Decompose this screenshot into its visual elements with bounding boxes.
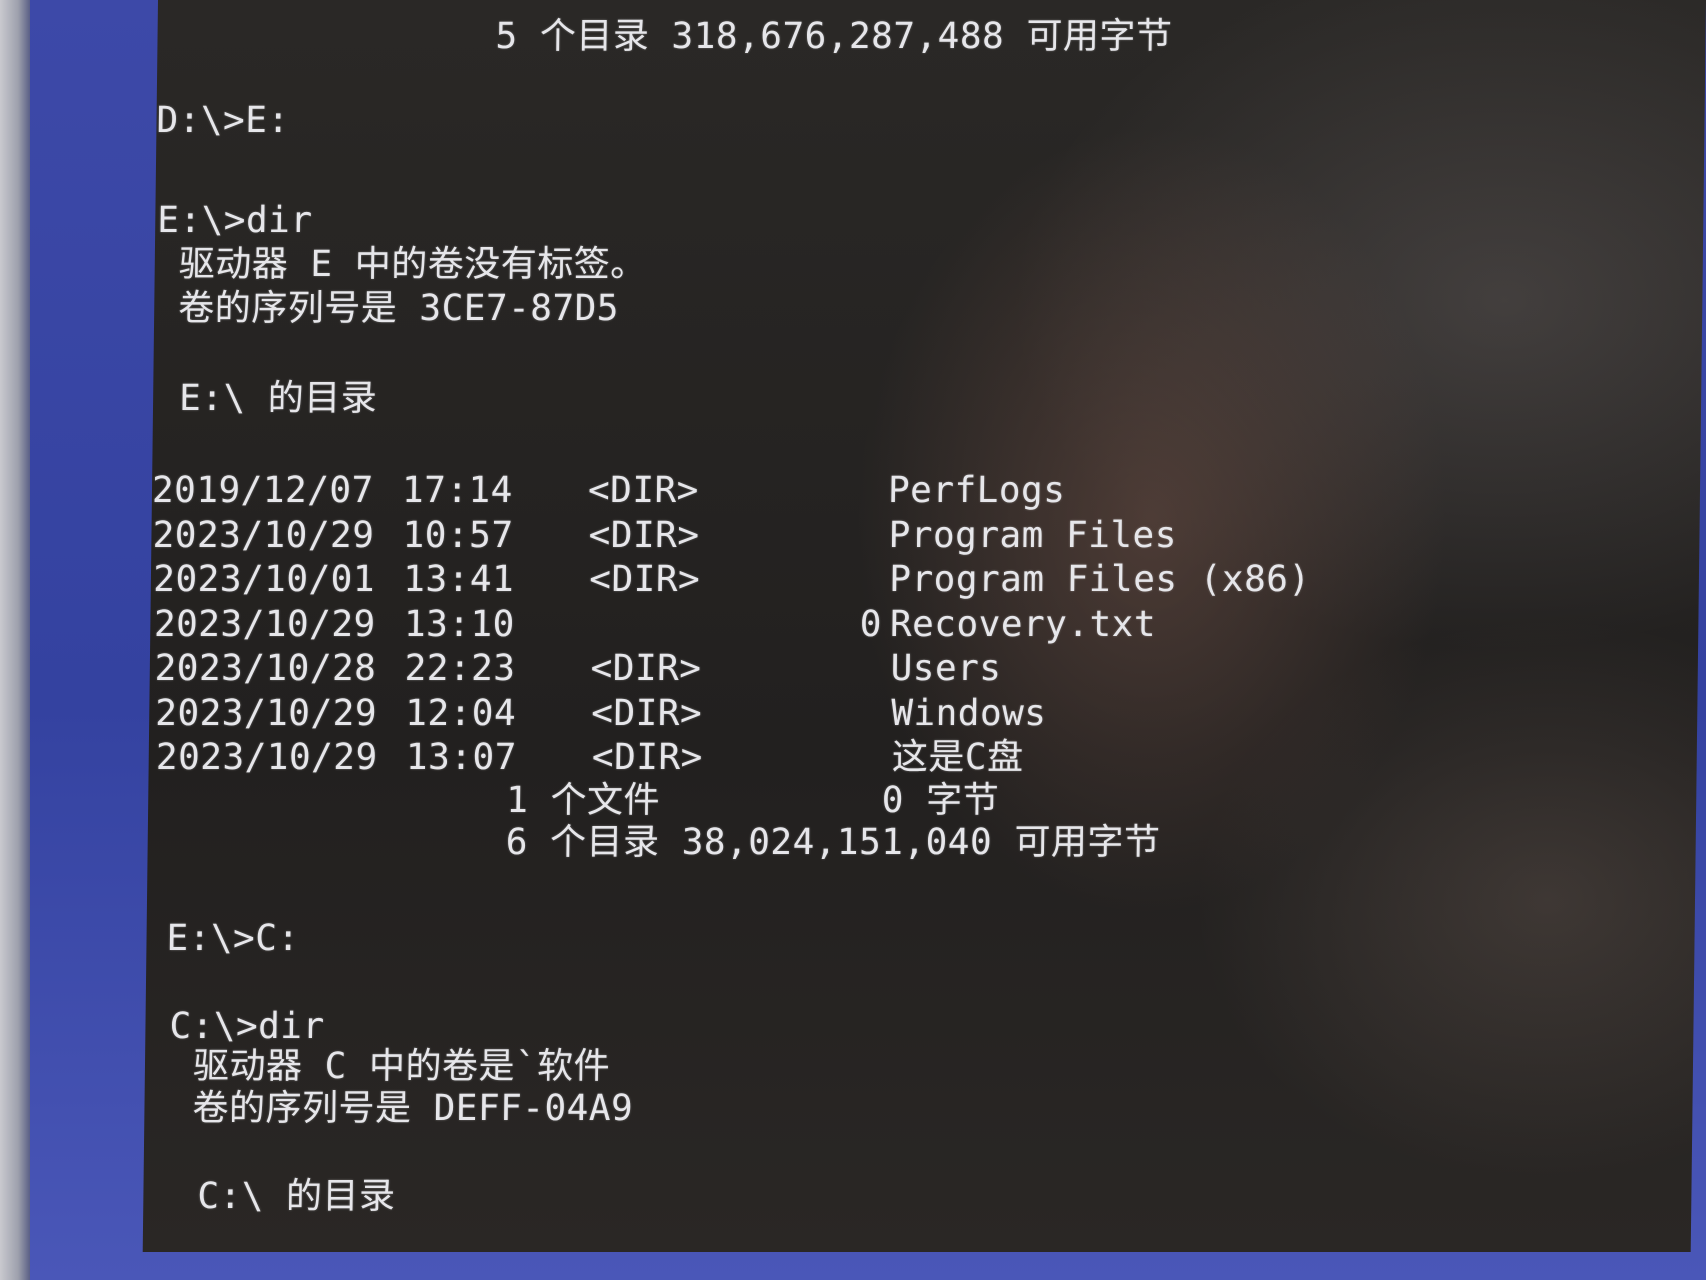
entry-type: <DIR> — [591, 737, 704, 778]
command-prompt-line: E:\>dir — [157, 200, 313, 241]
entry-name: 这是C盘 — [891, 737, 1024, 778]
directory-header: E:\ 的目录 — [178, 378, 378, 419]
entry-date: 2023/10/29 — [155, 692, 378, 734]
free-space-line: 5 个目录 318,676,287,488 可用字节 — [495, 16, 1173, 57]
console-window[interactable]: 5 个目录 318,676,287,488 可用字节 D:\>E: E:\>di… — [142, 0, 1706, 1252]
table-row: 2023/10/29 12:04 <DIR> Windows — [155, 693, 1456, 735]
entry-type: <DIR> — [591, 692, 703, 734]
entry-name: Windows — [891, 692, 1047, 734]
entry-name: PerfLogs — [887, 470, 1066, 511]
entry-type: <DIR> — [590, 648, 702, 689]
entry-type: <DIR> — [587, 470, 700, 511]
table-row: 2023/10/29 13:07 <DIR> 这是C盘 — [156, 737, 1457, 779]
entry-name: Program Files (x86) — [889, 559, 1311, 600]
summary-files-line: 1 个文件 0 字节 — [505, 780, 1000, 821]
entry-time: 22:23 — [404, 648, 516, 689]
entry-type: <DIR> — [588, 514, 700, 556]
entry-date: 2023/10/29 — [153, 603, 376, 645]
volume-serial-line: 卷的序列号是 3CE7-87D5 — [177, 288, 620, 329]
table-row: 2019/12/07 17:14 <DIR> PerfLogs — [152, 470, 1453, 512]
command-prompt-line: E:\>C: — [166, 918, 300, 959]
table-row: 2023/10/29 10:57 <DIR> Program Files — [152, 515, 1453, 557]
entry-time: 13:10 — [403, 603, 516, 645]
table-row: 2023/10/29 13:10 0 Recovery.txt — [154, 604, 1455, 646]
summary-dirs-line: 6 个目录 38,024,151,040 可用字节 — [505, 822, 1161, 863]
table-row: 2023/10/01 13:41 <DIR> Program Files (x86) — [153, 559, 1454, 601]
table-row: 2023/10/28 22:23 <DIR> Users — [154, 648, 1455, 690]
entry-name: Users — [890, 648, 1002, 689]
entry-size: 0 — [859, 603, 883, 645]
entry-date: 2023/10/29 — [155, 737, 378, 778]
volume-label-line: 驱动器 E 中的卷没有标签。 — [178, 244, 648, 285]
entry-type: <DIR> — [589, 559, 701, 600]
entry-name: Recovery.txt — [889, 603, 1157, 645]
directory-header: C:\ 的目录 — [197, 1176, 396, 1217]
entry-date: 2019/12/07 — [151, 470, 375, 511]
entry-name: Program Files — [888, 514, 1178, 556]
command-prompt-line: C:\>dir — [169, 1006, 325, 1047]
entry-date: 2023/10/28 — [154, 648, 377, 689]
entry-time: 12:04 — [405, 692, 517, 734]
entry-time: 10:57 — [402, 514, 514, 556]
volume-serial-line: 卷的序列号是 DEFF-04A9 — [192, 1088, 634, 1129]
command-prompt-line: D:\>E: — [156, 100, 290, 141]
monitor-bezel — [0, 0, 30, 1280]
entry-date: 2023/10/01 — [153, 559, 376, 600]
entry-time: 13:41 — [403, 559, 515, 600]
entry-time: 13:07 — [405, 737, 518, 778]
entry-date: 2023/10/29 — [152, 514, 375, 556]
volume-label-line: 驱动器 C 中的卷是`软件 — [192, 1046, 611, 1087]
entry-time: 17:14 — [401, 470, 514, 511]
